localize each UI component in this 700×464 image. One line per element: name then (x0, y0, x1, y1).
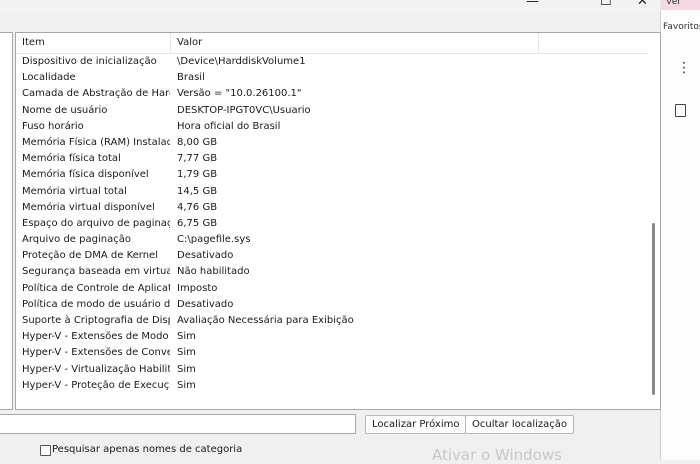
vertical-scrollbar[interactable] (648, 33, 660, 409)
table-row[interactable]: Memória virtual total 14,5 GB (16, 184, 646, 200)
category-names-only-label: Pesquisar apenas nomes de categoria (52, 444, 243, 455)
find-next-button[interactable]: Localizar Próximo (365, 415, 467, 434)
row-item-label: Memória virtual total (22, 185, 127, 197)
row-item-label: Memória Física (RAM) Instalada (22, 136, 170, 148)
table-row[interactable]: Memória física total 7,77 GB (16, 151, 646, 167)
table-row[interactable]: Memória virtual disponível 4,76 GB (16, 200, 646, 216)
table-row[interactable]: Segurança baseada em virtuali... Não habi… (16, 264, 646, 280)
row-value: Versão = "10.0.26100.1" (177, 88, 302, 100)
row-value: 14,5 GB (177, 185, 218, 197)
scrollbar-thumb[interactable] (652, 223, 655, 395)
list-header: Item Valor (16, 33, 660, 54)
favorites-label[interactable]: Favoritos (663, 22, 700, 32)
row-value: Não habilitado (177, 266, 250, 278)
row-value: Hora oficial do Brasil (177, 120, 281, 132)
row-item-label: Nome de usuário (22, 104, 108, 116)
row-item-label: Arquivo de paginação (22, 234, 131, 246)
close-button[interactable]: ✕ (637, 0, 648, 9)
table-row[interactable]: Dispositivo de inicialização \Device\Hard… (16, 54, 646, 70)
table-row[interactable]: Memória física disponível 1,79 GB (16, 167, 646, 183)
table-row[interactable]: Camada de Abstração de Hard... Versão = "… (16, 86, 646, 102)
row-value: 6,75 GB (177, 217, 218, 229)
row-item-label: Memória física disponível (22, 169, 149, 181)
row-value: Desativado (177, 250, 234, 262)
row-item-label: Suporte à Criptografia de Disp... (22, 315, 170, 326)
table-row[interactable]: Nome de usuário DESKTOP-IPGT0VC\Usuario (16, 103, 646, 119)
table-row[interactable]: Política de Controle de Aplicati... Impos… (16, 281, 646, 297)
row-value: Sim (177, 379, 196, 391)
table-row[interactable]: Proteção de DMA de Kernel Desativado (16, 248, 646, 264)
row-value: Desativado (177, 298, 234, 310)
rows-container: Dispositivo de inicialização \Device\Hard… (16, 54, 646, 394)
minimize-button[interactable]: — (526, 0, 539, 9)
row-value: 4,76 GB (177, 201, 218, 213)
table-row[interactable]: Espaço do arquivo de paginaç... 6,75 GB (16, 216, 646, 232)
maximize-button[interactable]: ☐ (600, 0, 612, 9)
row-item-label: Segurança baseada em virtuali... (22, 266, 170, 278)
table-row[interactable]: Política de modo de usuário d... Desativa… (16, 297, 646, 313)
profile-chip[interactable]: ver (661, 0, 700, 10)
row-item-label: Hyper-V - Extensões de Conver... (22, 347, 170, 359)
row-value: Imposto (177, 282, 218, 294)
table-row[interactable]: Hyper-V - Extensões de Modo ... Sim (16, 329, 646, 345)
row-value: Sim (177, 331, 196, 343)
row-value: 7,77 GB (177, 153, 218, 165)
table-row[interactable]: Fuso horário Hora oficial do Brasil (16, 119, 646, 135)
column-header-value[interactable]: Valor (171, 33, 539, 53)
row-value: Avaliação Necessária para Exibição (177, 315, 354, 326)
title-bar: — ☐ ✕ (0, 0, 660, 12)
row-item-label: Hyper-V - Proteção de Execuçã... (22, 379, 170, 391)
more-options-icon[interactable]: ⋮ (677, 60, 691, 76)
row-item-label: Localidade (22, 72, 76, 84)
details-list[interactable]: Item Valor Dispositivo de inicialização \… (15, 32, 661, 410)
category-names-only-checkbox[interactable] (40, 445, 51, 456)
row-item-label: Política de modo de usuário d... (22, 298, 170, 310)
row-item-label: Política de Controle de Aplicati... (22, 282, 170, 294)
row-value: Brasil (177, 72, 205, 84)
profile-name: ver (666, 0, 681, 7)
table-row[interactable]: Hyper-V - Virtualização Habilita... Sim (16, 362, 646, 378)
row-item-label: Hyper-V - Virtualização Habilita... (22, 363, 170, 375)
search-input[interactable] (0, 414, 356, 434)
row-item-label: Fuso horário (22, 120, 84, 132)
table-row[interactable]: Hyper-V - Extensões de Conver... Sim (16, 345, 646, 361)
row-item-label: Memória física total (22, 153, 121, 165)
row-value: C:\pagefile.sys (177, 234, 251, 246)
table-row[interactable]: Arquivo de paginação C:\pagefile.sys (16, 232, 646, 248)
row-item-label: Proteção de DMA de Kernel (22, 250, 158, 262)
column-header-item[interactable]: Item (16, 33, 171, 53)
row-value: Sim (177, 363, 196, 375)
row-item-label: Memória virtual disponível (22, 201, 155, 213)
hide-find-button[interactable]: Ocultar localização (465, 415, 575, 434)
activation-watermark: Ativar o Windows (432, 446, 562, 464)
row-item-label: Dispositivo de inicialização (22, 56, 157, 67)
table-row[interactable]: Memória Física (RAM) Instalada 8,00 GB (16, 135, 646, 151)
row-value: Sim (177, 347, 196, 359)
category-tree-pane[interactable] (0, 32, 13, 410)
table-row[interactable]: Hyper-V - Proteção de Execuçã... Sim (16, 378, 646, 394)
bookmark-icon[interactable] (675, 104, 686, 117)
row-value: 8,00 GB (177, 136, 218, 148)
row-value: 1,79 GB (177, 169, 218, 181)
table-row[interactable]: Suporte à Criptografia de Disp... Avaliaç… (16, 313, 646, 329)
table-row[interactable]: Localidade Brasil (16, 70, 646, 86)
browser-side-panel: ver Favoritos ⋮ (660, 0, 700, 460)
row-value: DESKTOP-IPGT0VC\Usuario (177, 104, 311, 116)
row-item-label: Espaço do arquivo de paginaç... (22, 217, 170, 229)
row-item-label: Hyper-V - Extensões de Modo ... (22, 331, 170, 343)
row-value: \Device\HarddiskVolume1 (177, 56, 306, 67)
row-item-label: Camada de Abstração de Hard... (22, 88, 170, 100)
